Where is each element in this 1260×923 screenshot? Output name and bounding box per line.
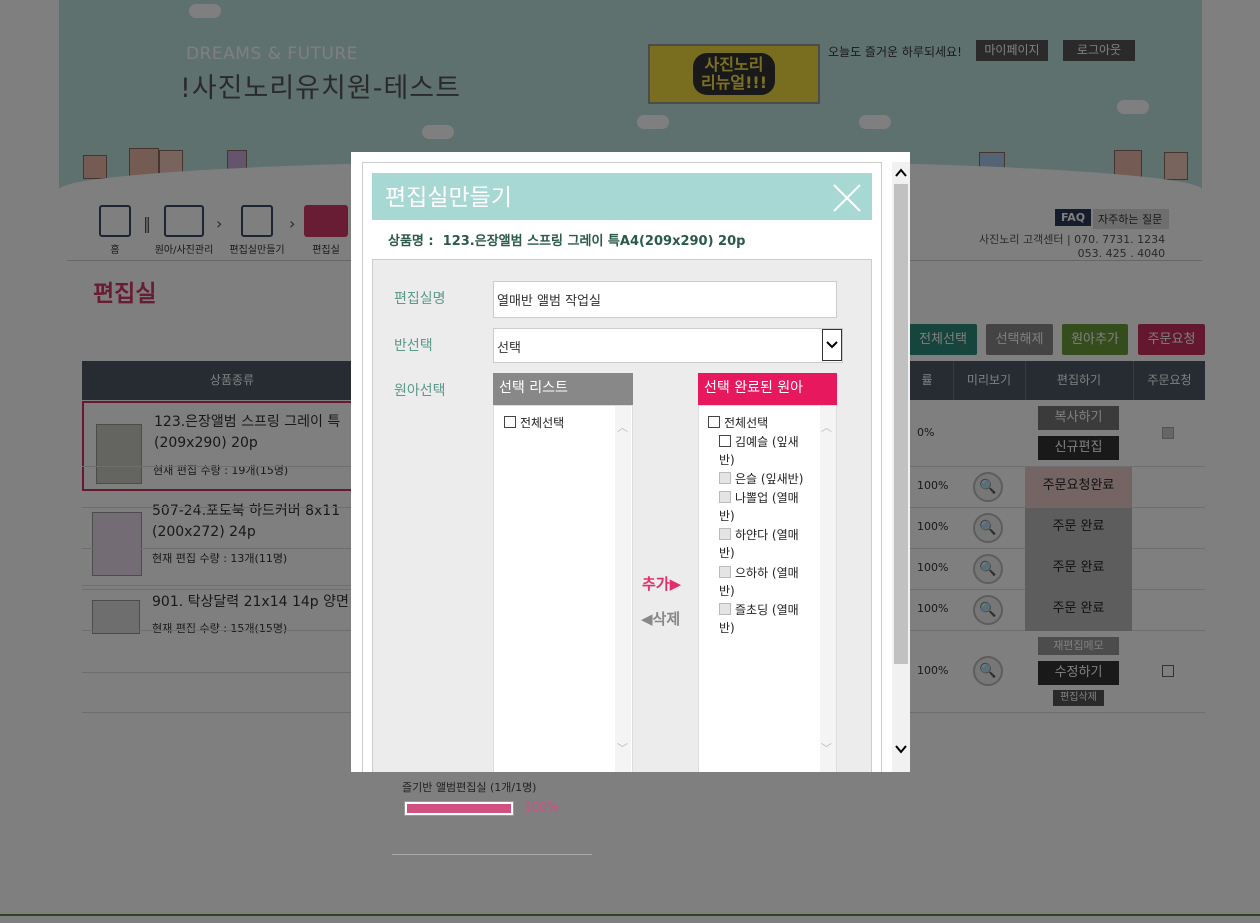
room-name-input[interactable] [493, 281, 837, 318]
left-list-scrollbar[interactable] [615, 406, 631, 772]
room-progress-text: 100% [524, 800, 559, 814]
add-button[interactable]: 추가▶ [642, 573, 681, 594]
selected-child-item[interactable]: 은슬 (잎새반) [719, 470, 815, 488]
scroll-down-icon[interactable] [893, 740, 909, 758]
right-select-all[interactable]: 전체선택 [708, 414, 768, 432]
chevron-up-icon[interactable]: ︿ [821, 419, 832, 435]
chevron-up-icon[interactable]: ︿ [617, 419, 628, 435]
product-line: 상품명 : 123.은장앨범 스프링 그레이 특A4(209x290) 20p [388, 234, 746, 249]
room-progress-bar [404, 801, 514, 816]
selected-child-item[interactable]: 즐초딩 (열매 반) [719, 601, 815, 637]
chevron-down-icon[interactable]: ﹀ [821, 740, 832, 756]
right-list-title: 선택 완료된 원아 [698, 373, 837, 405]
create-room-modal: 편집실만들기 상품명 : 123.은장앨범 스프링 그레이 특A4(209x29… [351, 152, 910, 772]
left-list-title: 선택 리스트 [493, 373, 633, 405]
arrow-right-icon: ▶ [669, 575, 682, 593]
selected-child-item[interactable]: 으하하 (열매 반) [719, 564, 815, 600]
arrow-left-icon: ◀ [641, 610, 653, 628]
selected-child-item[interactable]: 하얀다 (열매 반) [719, 526, 815, 562]
class-select-label: 반선택 [394, 338, 433, 354]
right-list-scrollbar[interactable] [820, 406, 836, 772]
modal-title: 편집실만들기 [385, 185, 512, 211]
left-select-all[interactable]: 전체선택 [504, 414, 564, 432]
room-label: 즐기반 앨범편집실 (1개/1명) [402, 781, 537, 794]
selected-child-item[interactable]: 나뽈업 (열매 반) [719, 489, 815, 525]
chevron-down-icon[interactable]: ﹀ [617, 740, 628, 756]
selected-child-item[interactable]: 김예슬 (잎새 반) [719, 433, 815, 469]
room-name-label: 편집실명 [394, 291, 446, 307]
left-list[interactable] [493, 405, 633, 772]
progress-fill [407, 804, 511, 813]
delete-button[interactable]: ◀삭제 [641, 608, 680, 629]
child-select-label: 원아선택 [394, 383, 446, 399]
chevron-down-icon[interactable] [822, 329, 842, 361]
modal-scrollbar-thumb[interactable] [894, 184, 908, 664]
scroll-up-icon[interactable] [893, 164, 909, 182]
divider [392, 854, 592, 855]
class-select[interactable]: 선택 [493, 328, 843, 363]
close-icon[interactable] [831, 182, 863, 214]
